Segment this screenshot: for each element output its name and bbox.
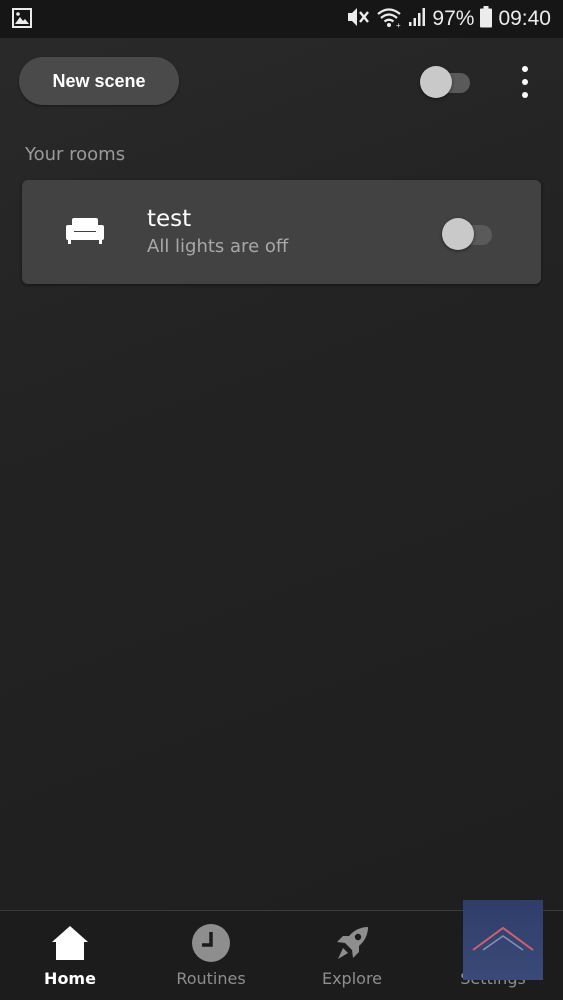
svg-text:+: + [396, 21, 401, 28]
app-screen: + 97% 09:40 New scene Your rooms test Al… [0, 0, 563, 1000]
rocket-icon [332, 923, 372, 963]
room-status: All lights are off [147, 236, 289, 257]
gallery-icon [12, 8, 32, 32]
nav-home[interactable]: Home [20, 911, 120, 1000]
wifi-icon: + [376, 6, 402, 32]
sofa-icon [65, 216, 105, 246]
clock-icon [191, 923, 231, 963]
nav-label: Explore [321, 969, 383, 988]
signal-icon [408, 7, 426, 31]
room-name: test [147, 206, 192, 232]
status-bar: + 97% 09:40 [0, 0, 563, 38]
all-lights-toggle[interactable] [420, 64, 470, 98]
mute-icon [346, 6, 370, 32]
toggle-knob [442, 218, 474, 250]
toggle-knob [420, 66, 452, 98]
room-card[interactable]: test All lights are off [22, 180, 541, 284]
new-scene-button[interactable]: New scene [19, 57, 179, 105]
battery-percent: 97% [432, 7, 475, 30]
room-lights-toggle[interactable] [442, 216, 492, 250]
overflow-menu-icon[interactable] [514, 66, 536, 98]
nav-explore[interactable]: Explore [302, 911, 402, 1000]
nav-label: Home [44, 969, 96, 988]
clock-time: 09:40 [498, 7, 551, 30]
section-title: Your rooms [25, 144, 126, 165]
battery-icon [480, 6, 493, 32]
nav-routines[interactable]: Routines [161, 911, 261, 1000]
home-icon [50, 923, 90, 963]
overlay-thumbnail [463, 900, 543, 980]
nav-label: Routines [176, 969, 246, 988]
